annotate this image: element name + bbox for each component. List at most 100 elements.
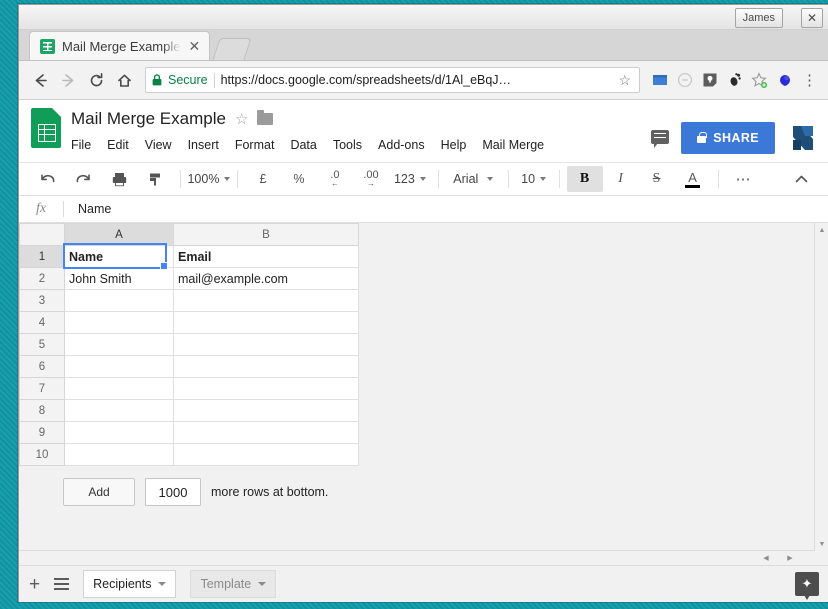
home-icon[interactable] (111, 67, 137, 93)
cell-b3[interactable] (173, 289, 359, 312)
menu-file[interactable]: File (71, 138, 91, 152)
row-header-10[interactable]: 10 (19, 443, 65, 466)
formula-bar[interactable]: fx Name (19, 196, 828, 223)
extension-blue-square-icon[interactable] (648, 69, 671, 92)
cell-a7[interactable] (64, 377, 174, 400)
row-header-1[interactable]: 1 (19, 245, 65, 268)
row-header-8[interactable]: 8 (19, 399, 65, 422)
all-sheets-icon[interactable] (54, 577, 70, 591)
strikethrough-button[interactable]: S (639, 166, 675, 192)
avatar[interactable] (787, 122, 819, 154)
cell-a10[interactable] (64, 443, 174, 466)
add-sheet-button[interactable]: + (29, 575, 40, 594)
vertical-scrollbar[interactable]: ▲ ▼ (814, 223, 828, 551)
comments-icon[interactable] (651, 129, 670, 148)
undo-icon[interactable] (29, 166, 65, 192)
star-icon[interactable]: ☆ (235, 110, 248, 128)
cell-b9[interactable] (173, 421, 359, 444)
decrease-decimal-button[interactable]: .0 ← (317, 166, 353, 192)
menu-view[interactable]: View (145, 138, 172, 152)
scroll-up-icon[interactable]: ▲ (815, 223, 828, 237)
extension-star-plus-icon[interactable] (748, 69, 771, 92)
menu-edit[interactable]: Edit (107, 138, 129, 152)
sheet-tab-recipients[interactable]: Recipients (83, 570, 177, 598)
formula-input[interactable]: Name (64, 202, 111, 216)
cell-a3[interactable] (64, 289, 174, 312)
more-options-button[interactable]: ⋯ (725, 166, 761, 192)
select-all-corner[interactable] (19, 223, 65, 246)
forward-icon[interactable] (55, 67, 81, 93)
bookmark-star-icon[interactable]: ☆ (618, 72, 633, 89)
cell-b10[interactable] (173, 443, 359, 466)
window-close-button[interactable]: ✕ (801, 8, 823, 28)
cell-b5[interactable] (173, 333, 359, 356)
cell-b7[interactable] (173, 377, 359, 400)
cell-b1[interactable]: Email (173, 245, 359, 268)
chrome-menu-icon[interactable]: ⋮ (798, 69, 821, 92)
tab-close-icon[interactable]: ✕ (188, 39, 202, 53)
cell-a4[interactable] (64, 311, 174, 334)
cell-b8[interactable] (173, 399, 359, 422)
cell-a9[interactable] (64, 421, 174, 444)
extension-note-bulb-icon[interactable] (698, 69, 721, 92)
percent-button[interactable]: % (281, 166, 317, 192)
window-user-button[interactable]: James (734, 8, 783, 28)
cell-a6[interactable] (64, 355, 174, 378)
column-header-b[interactable]: B (173, 223, 359, 246)
italic-button[interactable]: I (603, 166, 639, 192)
cell-a8[interactable] (64, 399, 174, 422)
font-size-selector[interactable]: 10 (515, 172, 552, 186)
increase-decimal-button[interactable]: .00 → (353, 166, 389, 192)
row-header-4[interactable]: 4 (19, 311, 65, 334)
cell-b6[interactable] (173, 355, 359, 378)
menu-format[interactable]: Format (235, 138, 275, 152)
folder-icon[interactable] (257, 110, 274, 125)
document-title[interactable]: Mail Merge Example (71, 109, 226, 129)
cell-b4[interactable] (173, 311, 359, 334)
extension-circle-dash-icon[interactable] (673, 69, 696, 92)
print-icon[interactable] (101, 166, 137, 192)
row-header-6[interactable]: 6 (19, 355, 65, 378)
number-format-selector[interactable]: 123 (389, 172, 431, 186)
menu-help[interactable]: Help (441, 138, 467, 152)
back-icon[interactable] (27, 67, 53, 93)
new-tab-button[interactable] (212, 38, 252, 60)
paint-format-icon[interactable] (137, 166, 173, 192)
fill-handle[interactable] (160, 262, 168, 270)
zoom-selector[interactable]: 100% (187, 172, 231, 186)
cell-b2[interactable]: mail@example.com (173, 267, 359, 290)
redo-icon[interactable] (65, 166, 101, 192)
row-header-5[interactable]: 5 (19, 333, 65, 356)
horizontal-scrollbar[interactable]: ◀ ▶ (19, 550, 815, 565)
menu-data[interactable]: Data (290, 138, 316, 152)
chevron-down-icon[interactable] (158, 582, 167, 586)
extension-blue-blob-icon[interactable] (773, 69, 796, 92)
share-button[interactable]: SHARE (681, 122, 775, 154)
row-header-2[interactable]: 2 (19, 267, 65, 290)
menu-addons[interactable]: Add-ons (378, 138, 425, 152)
reload-icon[interactable] (83, 67, 109, 93)
menu-tools[interactable]: Tools (333, 138, 362, 152)
explore-button[interactable]: ✦ (795, 572, 819, 600)
currency-button[interactable]: £ (245, 166, 281, 192)
menu-insert[interactable]: Insert (188, 138, 219, 152)
cell-a5[interactable] (64, 333, 174, 356)
add-rows-input[interactable]: 1000 (145, 478, 201, 506)
collapse-toolbar-button[interactable] (783, 166, 819, 192)
row-header-7[interactable]: 7 (19, 377, 65, 400)
row-header-3[interactable]: 3 (19, 289, 65, 312)
scroll-left-icon[interactable]: ◀ (759, 551, 773, 565)
scroll-down-icon[interactable]: ▼ (815, 537, 828, 551)
chevron-down-icon[interactable] (258, 582, 267, 586)
browser-tab[interactable]: Mail Merge Example ✕ (29, 31, 211, 60)
address-bar[interactable]: Secure https://docs.google.com/spreadshe… (145, 67, 640, 93)
scroll-right-icon[interactable]: ▶ (783, 551, 797, 565)
row-header-9[interactable]: 9 (19, 421, 65, 444)
cell-a2[interactable]: John Smith (64, 267, 174, 290)
font-family-selector[interactable]: Arial (445, 172, 500, 186)
text-color-button[interactable]: A (675, 166, 711, 192)
bold-button[interactable]: B (566, 166, 603, 192)
sheet-tab-template[interactable]: Template (190, 570, 277, 598)
extension-gnome-foot-icon[interactable] (723, 69, 746, 92)
cell-a1[interactable]: Name (64, 245, 174, 268)
